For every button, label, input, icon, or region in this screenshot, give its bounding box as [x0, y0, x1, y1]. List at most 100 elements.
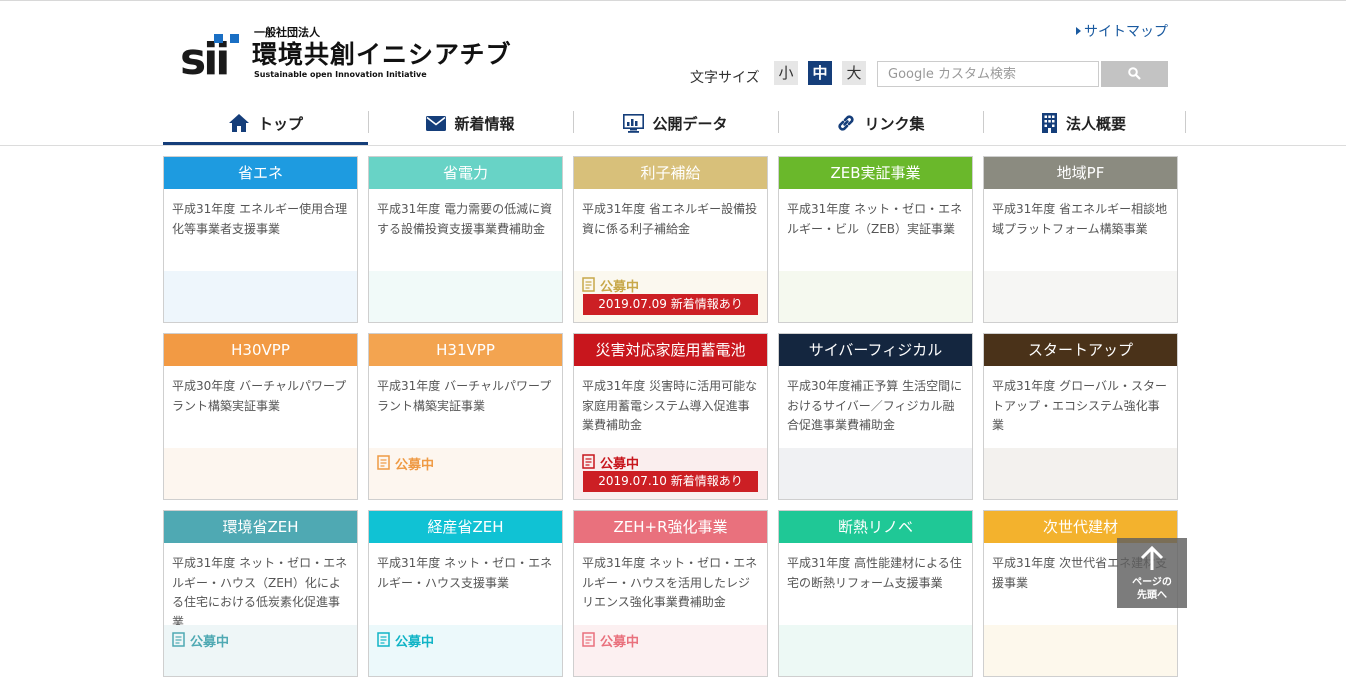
card-title: 環境省ZEH	[164, 511, 357, 543]
nav-item-top[interactable]: トップ	[163, 101, 368, 145]
program-card[interactable]: ZEB実証事業 平成31年度 ネット・ゼロ・エネルギー・ビル（ZEB）実証事業	[778, 156, 973, 323]
program-card[interactable]: 省エネ平成31年度 エネルギー使用合理化等事業者支援事業	[163, 156, 358, 323]
card-footer	[779, 625, 972, 676]
card-footer: 公募中 2019.07.10 新着情報あり	[574, 448, 767, 499]
card-description: 平成30年度補正予算 生活空間におけるサイバー／フィジカル融合促進事業費補助金	[787, 379, 963, 432]
program-card[interactable]: H31VPP 平成31年度 バーチャルパワープラント構築実証事業公募中	[368, 333, 563, 500]
link-icon	[838, 115, 855, 131]
envelope-icon	[426, 115, 447, 131]
card-footer	[984, 448, 1177, 499]
recruiting-status: 公募中	[172, 631, 229, 650]
site-logo[interactable]: sii 一般社団法人 環境共創イニシアチブ Sustainable open I…	[178, 26, 538, 82]
monitor-chart-icon	[623, 113, 645, 133]
card-title: ZEB実証事業	[779, 157, 972, 189]
card-description: 平成31年度 バーチャルパワープラント構築実証事業	[377, 379, 552, 413]
program-card[interactable]: 経産省ZEH 平成31年度 ネット・ゼロ・エネルギー・ハウス支援事業 公募中	[368, 510, 563, 677]
card-description: 平成31年度 ネット・ゼロ・エネルギー・ハウスを活用したレジリエンス強化事業費補…	[582, 556, 758, 609]
program-card[interactable]: サイバーフィジカル平成30年度補正予算 生活空間におけるサイバー／フィジカル融合…	[778, 333, 973, 500]
card-footer: 公募中	[369, 625, 562, 676]
card-title: ZEH+R強化事業	[574, 511, 767, 543]
card-title: H31VPP	[369, 334, 562, 366]
program-card[interactable]: 利子補給平成31年度 省エネルギー設備投資に係る利子補給金公募中 2019.07.…	[573, 156, 768, 323]
card-footer	[779, 448, 972, 499]
card-title: 経産省ZEH	[369, 511, 562, 543]
recruiting-status: 公募中	[582, 276, 639, 295]
font-size-large-button[interactable]: 大	[842, 61, 866, 85]
program-card[interactable]: 災害対応家庭用蓄電池平成31年度 災害時に活用可能な家庭用蓄電システム導入促進事…	[573, 333, 768, 500]
nav-item-label: 新着情報	[454, 114, 515, 133]
recruiting-status: 公募中	[377, 454, 434, 473]
card-title: サイバーフィジカル	[779, 334, 972, 366]
card-description: 平成31年度 省エネルギー相談地域プラットフォーム構築事業	[992, 202, 1168, 236]
card-title: H30VPP	[164, 334, 357, 366]
nav-item-label: 法人概要	[1065, 114, 1126, 133]
program-card[interactable]: 地域PF 平成31年度 省エネルギー相談地域プラットフォーム構築事業	[983, 156, 1178, 323]
card-title: 災害対応家庭用蓄電池	[574, 334, 767, 366]
card-title: 省電力	[369, 157, 562, 189]
nav-item-news[interactable]: 新着情報	[368, 101, 573, 145]
card-description: 平成31年度 ネット・ゼロ・エネルギー・ビル（ZEB）実証事業	[787, 202, 963, 236]
document-icon	[582, 454, 595, 469]
program-card[interactable]: H30VPP 平成30年度 バーチャルパワープラント構築実証事業	[163, 333, 358, 500]
sitemap-link-label: サイトマップ	[1084, 24, 1168, 40]
news-badge[interactable]: 2019.07.10 新着情報あり	[583, 471, 758, 492]
triangle-right-icon	[1076, 27, 1081, 35]
document-icon	[582, 277, 595, 292]
card-description: 平成31年度 ネット・ゼロ・エネルギー・ハウス（ZEH）化による住宅における低炭…	[172, 556, 348, 629]
search-icon	[1128, 67, 1141, 80]
nav-item-public-data[interactable]: 公開データ	[573, 101, 778, 145]
card-title: スタートアップ	[984, 334, 1177, 366]
program-card[interactable]: 省電力平成31年度 電力需要の低減に資する設備投資支援事業費補助金	[368, 156, 563, 323]
program-card[interactable]: 断熱リノベ平成31年度 高性能建材による住宅の断熱リフォーム支援事業	[778, 510, 973, 677]
card-title: 利子補給	[574, 157, 767, 189]
building-icon	[1041, 113, 1057, 133]
search-button[interactable]	[1101, 61, 1168, 87]
card-footer	[164, 448, 357, 499]
logo-org-name: 環境共創イニシアチブ	[252, 40, 512, 69]
recruiting-status: 公募中	[582, 453, 639, 472]
card-description: 平成31年度 電力需要の低減に資する設備投資支援事業費補助金	[377, 202, 553, 236]
card-description: 平成31年度 高性能建材による住宅の断熱リフォーム支援事業	[787, 556, 962, 590]
font-size-small-button[interactable]: 小	[774, 61, 798, 85]
card-footer	[984, 625, 1177, 676]
page-top-button[interactable]: ページの 先頭へ	[1117, 538, 1187, 608]
card-footer	[369, 271, 562, 322]
program-card[interactable]: 環境省ZEH 平成31年度 ネット・ゼロ・エネルギー・ハウス（ZEH）化による住宅…	[163, 510, 358, 677]
nav-divider	[1185, 111, 1186, 133]
card-footer: 公募中	[369, 448, 562, 499]
nav-item-about[interactable]: 法人概要	[981, 101, 1186, 145]
font-size-label: 文字サイズ	[690, 70, 760, 86]
card-footer	[984, 271, 1177, 322]
nav-item-label: リンク集	[864, 114, 925, 133]
card-footer	[779, 271, 972, 322]
font-size-medium-button[interactable]: 中	[808, 61, 832, 85]
document-icon	[377, 632, 390, 647]
arrow-up-icon	[1140, 546, 1164, 570]
nav-item-label: 公開データ	[652, 114, 728, 133]
card-description: 平成31年度 エネルギー使用合理化等事業者支援事業	[172, 202, 348, 236]
document-icon	[582, 632, 595, 647]
card-footer: 公募中	[164, 625, 357, 676]
card-description: 平成31年度 グローバル・スタートアップ・エコシステム強化事業	[992, 379, 1167, 432]
recruiting-status: 公募中	[582, 631, 639, 650]
news-badge[interactable]: 2019.07.09 新着情報あり	[583, 294, 758, 315]
card-description: 平成31年度 省エネルギー設備投資に係る利子補給金	[582, 202, 758, 236]
card-footer: 公募中 2019.07.09 新着情報あり	[574, 271, 767, 322]
card-description: 平成30年度 バーチャルパワープラント構築実証事業	[172, 379, 347, 413]
nav-bottom-border	[0, 145, 1346, 146]
document-icon	[377, 455, 390, 470]
program-card[interactable]: スタートアップ平成31年度 グローバル・スタートアップ・エコシステム強化事業	[983, 333, 1178, 500]
sii-logo-mark: sii	[180, 34, 239, 78]
card-title: 断熱リノベ	[779, 511, 972, 543]
top-border	[0, 0, 1346, 1]
card-description: 平成31年度 災害時に活用可能な家庭用蓄電システム導入促進事業費補助金	[582, 379, 758, 432]
card-footer: 公募中	[574, 625, 767, 676]
search-input[interactable]	[877, 61, 1099, 87]
document-icon	[172, 632, 185, 647]
sitemap-link[interactable]: サイトマップ	[1076, 21, 1168, 41]
card-title: 省エネ	[164, 157, 357, 189]
program-card[interactable]: ZEH+R強化事業平成31年度 ネット・ゼロ・エネルギー・ハウスを活用したレジリ…	[573, 510, 768, 677]
page-top-label: ページの 先頭へ	[1132, 577, 1172, 601]
nav-item-links[interactable]: リンク集	[778, 101, 983, 145]
card-title: 地域PF	[984, 157, 1177, 189]
